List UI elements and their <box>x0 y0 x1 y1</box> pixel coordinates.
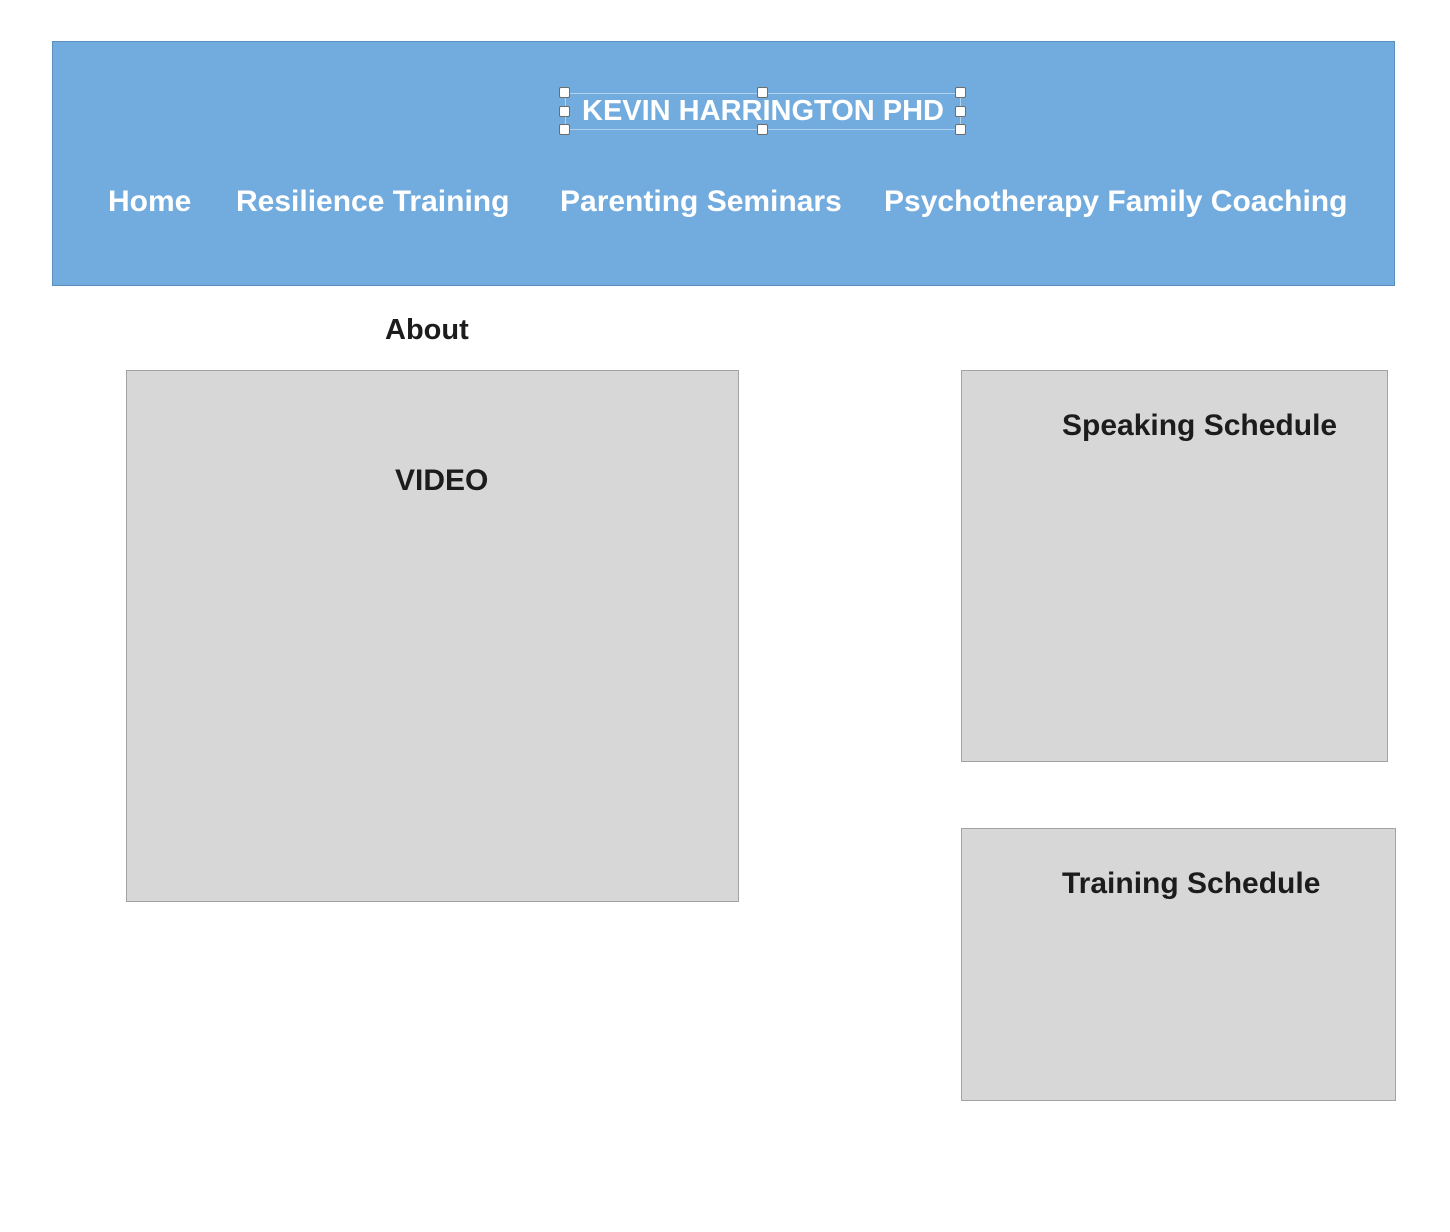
video-label: VIDEO <box>395 464 489 497</box>
nav-home[interactable]: Home <box>108 185 191 219</box>
about-heading: About <box>385 314 469 346</box>
speaking-schedule-heading: Speaking Schedule <box>1062 409 1338 442</box>
main-nav: Home Resilience Training Parenting Semin… <box>0 185 1450 221</box>
selection-handle-bottom-left[interactable] <box>559 124 570 135</box>
nav-resilience-training[interactable]: Resilience Training <box>236 185 509 219</box>
nav-psychotherapy-family-coaching[interactable]: Psychotherapy Family Coaching <box>884 185 1347 219</box>
speaking-schedule-panel[interactable]: Speaking Schedule <box>961 370 1388 762</box>
selection-handle-middle-right[interactable] <box>955 106 966 117</box>
training-schedule-heading: Training Schedule <box>1062 867 1321 900</box>
selection-handle-top-right[interactable] <box>955 87 966 98</box>
selection-handle-bottom-center[interactable] <box>757 124 768 135</box>
selection-handle-top-center[interactable] <box>757 87 768 98</box>
video-placeholder[interactable]: VIDEO <box>126 370 739 902</box>
selection-handle-bottom-right[interactable] <box>955 124 966 135</box>
training-schedule-panel[interactable]: Training Schedule <box>961 828 1396 1101</box>
selection-handle-top-left[interactable] <box>559 87 570 98</box>
selection-handle-middle-left[interactable] <box>559 106 570 117</box>
header-banner <box>52 41 1395 286</box>
nav-parenting-seminars[interactable]: Parenting Seminars <box>560 185 842 219</box>
